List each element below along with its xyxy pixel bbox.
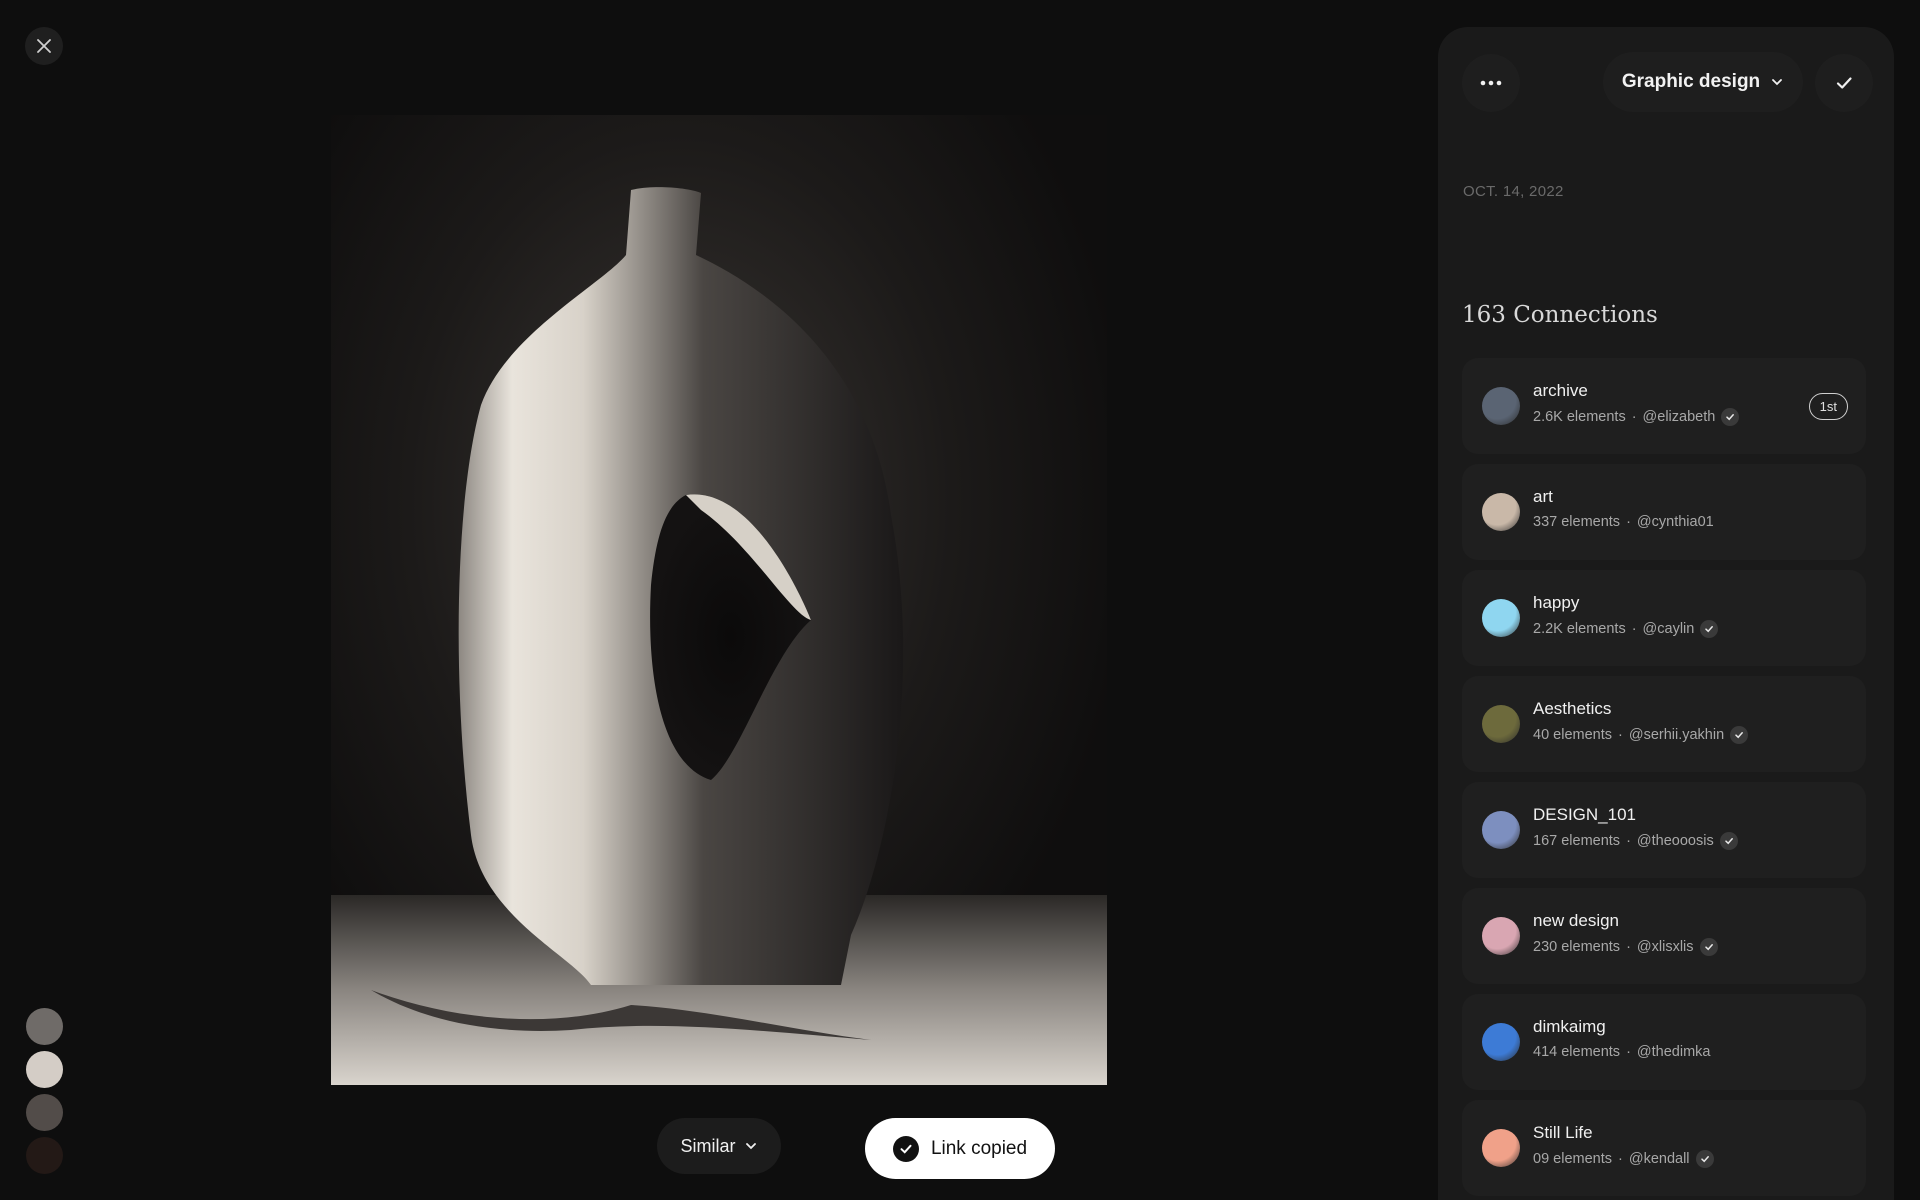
chevron-down-icon [745, 1143, 756, 1150]
connection-meta: 167 elements · @theooosis [1533, 832, 1738, 850]
username[interactable]: @caylin [1643, 621, 1695, 637]
check-circle-icon [892, 1135, 919, 1162]
separator: · [1631, 409, 1637, 425]
avatar [1482, 599, 1520, 637]
saved-date: OCT. 14, 2022 [1463, 183, 1564, 200]
color-palette [26, 1008, 63, 1180]
connection-meta: 40 elements · @serhii.yakhin [1533, 726, 1749, 744]
element-count: 2.2K elements [1533, 621, 1626, 637]
connection-title: Still Life [1533, 1123, 1593, 1142]
confirm-button[interactable] [1815, 54, 1873, 112]
color-swatch[interactable] [26, 1008, 63, 1045]
element-count: 09 elements [1533, 1151, 1612, 1167]
connection-card[interactable]: DESIGN_101 167 elements · @theooosis [1462, 782, 1866, 878]
color-swatch[interactable] [26, 1137, 63, 1174]
details-panel: Graphic design OCT. 14, 2022 163 Connect… [1438, 27, 1894, 1200]
similar-label: Similar [680, 1135, 736, 1156]
separator: · [1618, 727, 1623, 743]
avatar [1482, 811, 1520, 849]
verified-icon [1730, 726, 1749, 744]
avatar [1482, 1129, 1520, 1167]
chevron-down-icon [1772, 79, 1783, 86]
separator: · [1618, 1151, 1623, 1167]
element-count: 2.6K elements [1533, 409, 1626, 425]
avatar [1482, 387, 1520, 425]
main-image [331, 115, 1107, 1085]
username[interactable]: @cynthia01 [1637, 514, 1714, 530]
verified-icon [1719, 832, 1738, 850]
connection-meta: 337 elements · @cynthia01 [1533, 514, 1714, 530]
element-count: 167 elements [1533, 833, 1621, 849]
separator: · [1631, 621, 1637, 637]
avatar [1482, 705, 1520, 743]
connection-title: archive [1533, 381, 1588, 400]
username[interactable]: @elizabeth [1643, 409, 1716, 425]
connection-title: happy [1533, 593, 1580, 612]
username[interactable]: @kendall [1629, 1151, 1690, 1167]
element-count: 40 elements [1533, 727, 1612, 743]
separator: · [1626, 1044, 1631, 1060]
color-swatch[interactable] [26, 1094, 63, 1131]
connection-title: new design [1533, 911, 1620, 930]
avatar [1482, 917, 1520, 955]
check-icon [1836, 77, 1852, 89]
username[interactable]: @theooosis [1637, 833, 1714, 849]
verified-icon [1699, 938, 1718, 956]
connections-heading: 163 Connections [1462, 302, 1658, 328]
link-copied-toast: Link copied [865, 1118, 1055, 1179]
separator: · [1626, 833, 1631, 849]
verified-icon [1700, 620, 1719, 638]
connection-card[interactable]: dimkaimg 414 elements · @thedimka [1462, 994, 1866, 1090]
connection-card[interactable]: happy 2.2K elements · @caylin [1462, 570, 1866, 666]
element-count: 337 elements [1533, 514, 1621, 530]
connection-title: Aesthetics [1533, 699, 1612, 718]
connection-card[interactable]: archive 2.6K elements · @elizabeth 1st [1462, 358, 1866, 454]
connections-list: archive 2.6K elements · @elizabeth 1st a… [1462, 358, 1866, 1200]
color-swatch[interactable] [26, 1051, 63, 1088]
username[interactable]: @serhii.yakhin [1629, 727, 1724, 743]
element-count: 414 elements [1533, 1044, 1621, 1060]
close-icon [37, 39, 51, 53]
connection-title: art [1533, 487, 1553, 506]
connection-card[interactable]: art 337 elements · @cynthia01 [1462, 464, 1866, 560]
separator: · [1626, 514, 1631, 530]
close-button[interactable] [25, 27, 63, 65]
rank-badge: 1st [1808, 393, 1848, 420]
more-options-button[interactable] [1462, 54, 1520, 112]
connection-card[interactable]: Aesthetics 40 elements · @serhii.yakhin [1462, 676, 1866, 772]
connection-meta: 09 elements · @kendall [1533, 1150, 1714, 1168]
sculpture-photo [331, 187, 1107, 1085]
connection-card[interactable]: Still Life 09 elements · @kendall [1462, 1100, 1866, 1196]
connection-meta: 2.6K elements · @elizabeth [1533, 408, 1740, 426]
board-select-label: Graphic design [1621, 71, 1761, 92]
connection-title: dimkaimg [1533, 1017, 1606, 1036]
toast-label: Link copied [930, 1137, 1028, 1159]
avatar [1482, 493, 1520, 531]
similar-dropdown[interactable]: Similar [657, 1118, 781, 1174]
more-dots-icon [1480, 80, 1502, 86]
connection-meta: 2.2K elements · @caylin [1533, 620, 1719, 638]
connection-meta: 414 elements · @thedimka [1533, 1044, 1710, 1060]
element-count: 230 elements [1533, 939, 1621, 955]
verified-icon [1695, 1150, 1714, 1168]
verified-icon [1721, 408, 1740, 426]
connection-card[interactable]: new design 230 elements · @xlisxlis [1462, 888, 1866, 984]
username[interactable]: @xlisxlis [1637, 939, 1694, 955]
connection-title: DESIGN_101 [1533, 805, 1636, 824]
connection-meta: 230 elements · @xlisxlis [1533, 938, 1718, 956]
board-select-dropdown[interactable]: Graphic design [1603, 52, 1803, 112]
avatar [1482, 1023, 1520, 1061]
username[interactable]: @thedimka [1637, 1044, 1711, 1060]
separator: · [1626, 939, 1631, 955]
